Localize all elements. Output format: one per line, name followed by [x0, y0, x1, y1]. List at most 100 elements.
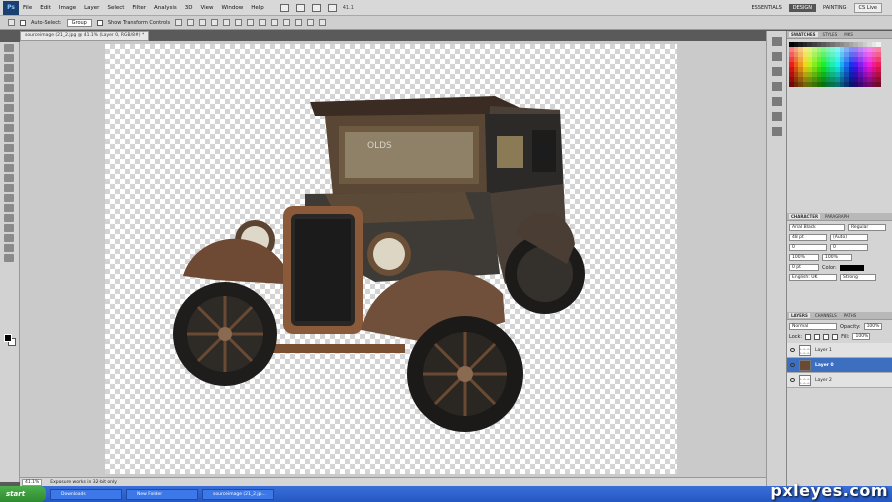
eye-icon[interactable]	[790, 363, 795, 367]
gradient-tool-icon[interactable]	[4, 154, 14, 162]
lasso-tool-icon[interactable]	[4, 64, 14, 72]
tab-styles[interactable]: STYLES	[821, 32, 840, 37]
align-vcenter-icon[interactable]	[187, 19, 195, 26]
blur-tool-icon[interactable]	[4, 164, 14, 172]
hand-tool-icon[interactable]	[4, 244, 14, 252]
kerning-field[interactable]: 0	[789, 244, 827, 251]
antialias-select[interactable]: Strong	[840, 274, 876, 281]
align-right-icon[interactable]	[235, 19, 243, 26]
clone-source-panel-icon[interactable]	[772, 127, 782, 136]
zoom-tool-icon[interactable]	[4, 254, 14, 262]
marquee-tool-icon[interactable]	[4, 54, 14, 62]
baseline-shift-field[interactable]: 0 pt	[789, 264, 819, 271]
adjustments-panel-icon[interactable]	[772, 82, 782, 91]
3d-rotate-tool-icon[interactable]	[4, 224, 14, 232]
move-tool-icon[interactable]	[4, 44, 14, 52]
taskbar-item-downloads[interactable]: Downloads	[50, 488, 122, 500]
fill-field[interactable]: 100%	[852, 333, 871, 340]
menu-analysis[interactable]: Analysis	[154, 5, 177, 11]
auto-select-checkbox[interactable]	[20, 19, 26, 26]
eyedropper-tool-icon[interactable]	[4, 94, 14, 102]
distribute-left-icon[interactable]	[283, 19, 291, 26]
font-size-field[interactable]: 48 pt	[789, 234, 827, 241]
layer-row[interactable]: Layer 1	[787, 343, 892, 358]
align-left-icon[interactable]	[211, 19, 219, 26]
path-select-tool-icon[interactable]	[4, 204, 14, 212]
menu-file[interactable]: File	[23, 5, 32, 11]
lock-transparent-icon[interactable]	[805, 333, 812, 340]
menu-view[interactable]: View	[200, 5, 213, 11]
healing-brush-tool-icon[interactable]	[4, 104, 14, 112]
distribute-bottom-icon[interactable]	[271, 19, 279, 26]
zoom-icon[interactable]	[327, 3, 337, 12]
crop-tool-icon[interactable]	[4, 84, 14, 92]
align-top-icon[interactable]	[175, 19, 183, 26]
blend-mode-select[interactable]: Normal	[789, 323, 837, 330]
eye-icon[interactable]	[790, 378, 795, 382]
text-color-swatch[interactable]	[839, 264, 864, 271]
tab-masks[interactable]: MKS	[842, 32, 855, 37]
menu-edit[interactable]: Edit	[40, 5, 51, 11]
bridge-icon[interactable]	[279, 3, 289, 12]
tab-channels[interactable]: CHANNELS	[813, 313, 839, 318]
workspace-design[interactable]: DESIGN	[788, 4, 817, 12]
mini-bridge-icon[interactable]	[295, 3, 305, 12]
brush-panel-icon[interactable]	[772, 112, 782, 121]
distribute-right-icon[interactable]	[307, 19, 315, 26]
opacity-field[interactable]: 100%	[863, 323, 882, 330]
workspace-essentials[interactable]: ESSENTIALS	[747, 4, 785, 12]
status-zoom[interactable]: 41.1%	[22, 478, 43, 486]
language-select[interactable]: English: UK	[789, 274, 837, 281]
history-panel-icon[interactable]	[772, 37, 782, 46]
distribute-top-icon[interactable]	[247, 19, 255, 26]
menu-select[interactable]: Select	[107, 5, 124, 11]
dodge-tool-icon[interactable]	[4, 174, 14, 182]
taskbar-item-photoshop[interactable]: sourceimage (21_2.jp...	[202, 488, 274, 500]
move-tool-icon[interactable]	[8, 19, 15, 26]
tab-swatches[interactable]: SWATCHES	[789, 32, 818, 37]
canvas[interactable]: OLDS	[105, 44, 677, 474]
tab-paths[interactable]: PATHS	[842, 313, 859, 318]
distribute-vcenter-icon[interactable]	[259, 19, 267, 26]
tab-character[interactable]: CHARACTER	[789, 214, 821, 219]
hand-icon[interactable]	[311, 3, 321, 12]
actions-panel-icon[interactable]	[772, 52, 782, 61]
font-style-select[interactable]: Regular	[848, 224, 886, 231]
layer-row[interactable]: Layer 2	[787, 373, 892, 388]
auto-align-icon[interactable]	[319, 19, 327, 26]
align-hcenter-icon[interactable]	[223, 19, 231, 26]
eye-icon[interactable]	[790, 348, 795, 352]
clone-stamp-tool-icon[interactable]	[4, 124, 14, 132]
history-brush-tool-icon[interactable]	[4, 134, 14, 142]
quick-select-tool-icon[interactable]	[4, 74, 14, 82]
layer-row-active[interactable]: Layer 0	[787, 358, 892, 373]
vertical-scale-field[interactable]: 100%	[789, 254, 819, 261]
pen-tool-icon[interactable]	[4, 184, 14, 192]
menu-help[interactable]: Help	[251, 5, 264, 11]
type-tool-icon[interactable]	[4, 194, 14, 202]
cs-live-button[interactable]: CS Live	[853, 3, 882, 13]
menu-image[interactable]: Image	[59, 5, 76, 11]
menu-window[interactable]: Window	[222, 5, 244, 11]
menu-layer[interactable]: Layer	[84, 5, 99, 11]
color-swatch[interactable]	[876, 82, 881, 87]
distribute-hcenter-icon[interactable]	[295, 19, 303, 26]
lock-all-icon[interactable]	[832, 333, 839, 340]
menu-3d[interactable]: 3D	[185, 5, 193, 11]
tracking-field[interactable]: 0	[830, 244, 868, 251]
masks-panel-icon[interactable]	[772, 97, 782, 106]
taskbar-item-new-folder[interactable]: New Folder	[126, 488, 198, 500]
workspace-painting[interactable]: PAINTING	[819, 4, 850, 12]
menubar-zoom[interactable]: 41.1	[343, 5, 354, 11]
font-family-select[interactable]: Arial Black	[789, 224, 845, 231]
shape-tool-icon[interactable]	[4, 214, 14, 222]
lock-position-icon[interactable]	[823, 333, 830, 340]
tab-paragraph[interactable]: PARAGRAPH	[823, 214, 851, 219]
show-transform-checkbox[interactable]	[96, 19, 103, 26]
align-bottom-icon[interactable]	[199, 19, 207, 26]
menu-filter[interactable]: Filter	[132, 5, 146, 11]
horizontal-scale-field[interactable]: 100%	[822, 254, 852, 261]
start-button[interactable]: start	[0, 486, 46, 502]
lock-image-icon[interactable]	[814, 333, 821, 340]
auto-select-dropdown[interactable]: Group	[66, 18, 92, 27]
